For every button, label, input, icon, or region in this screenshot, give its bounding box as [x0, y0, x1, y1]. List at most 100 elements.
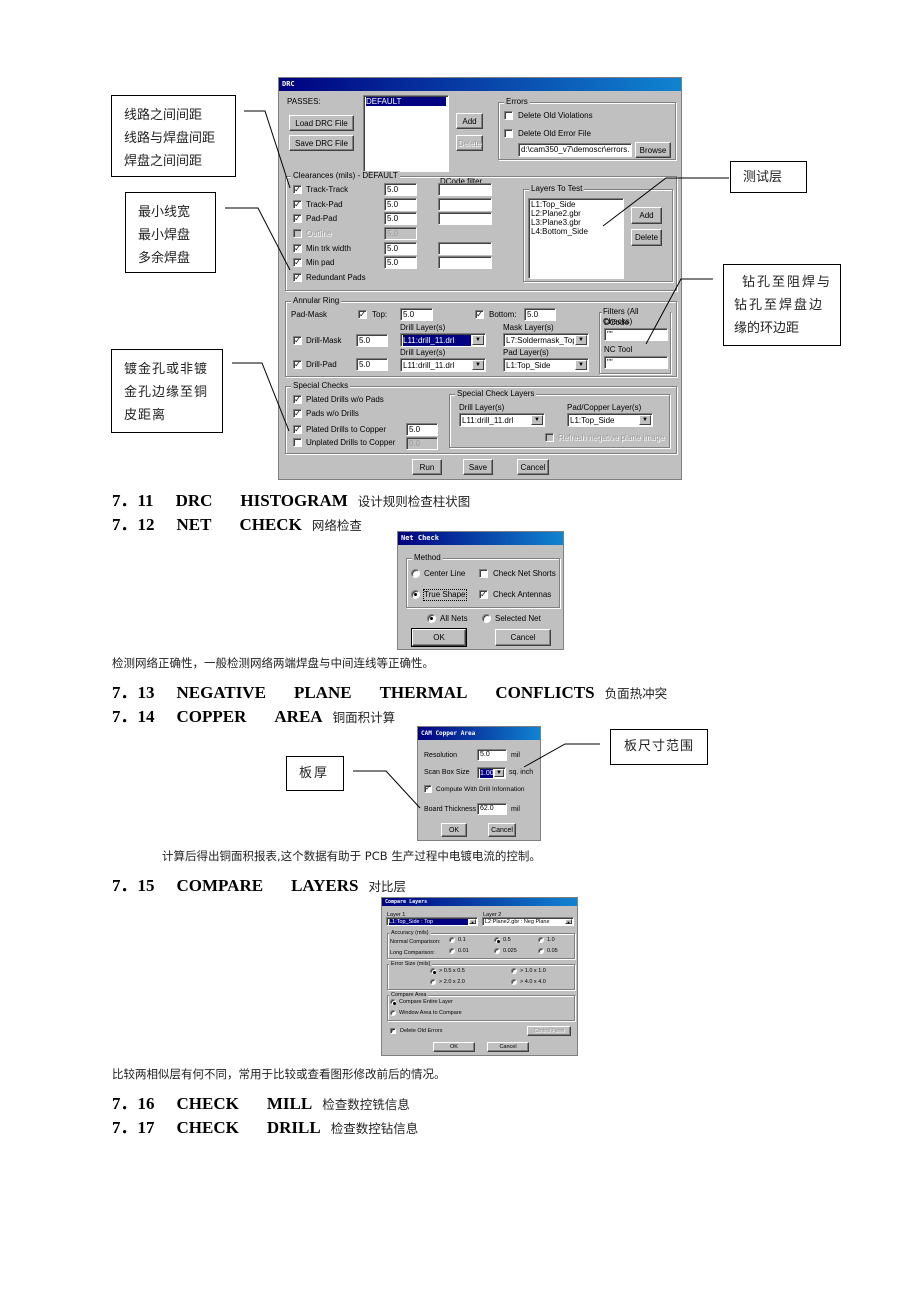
chevron-down-icon[interactable]: ▼: [494, 769, 504, 777]
accuracy-radio[interactable]: [449, 948, 455, 954]
layer2-select[interactable]: L2:Plane2.gbr : Neg Plane ▼: [482, 917, 574, 926]
mask-layer-select[interactable]: L7:Soldermask_Top ▼: [503, 333, 589, 347]
clearance-checkbox[interactable]: ✓: [293, 214, 302, 223]
check-net-shorts-checkbox[interactable]: [479, 569, 488, 578]
dcode-filter-input[interactable]: [438, 242, 492, 255]
drill-pad-drill-layer-select[interactable]: L11:drill_11.drl ▼: [400, 358, 486, 372]
delete-old-errors-checkbox[interactable]: ✓: [390, 1028, 396, 1034]
accuracy-radio[interactable]: [538, 948, 544, 954]
plated-drills-to-copper-checkbox[interactable]: ✓: [293, 425, 302, 434]
accuracy-radio[interactable]: [538, 937, 544, 943]
clearance-checkbox[interactable]: ✓: [293, 185, 302, 194]
chevron-down-icon[interactable]: ▼: [472, 335, 484, 345]
compare-cancel-button[interactable]: Cancel: [487, 1042, 529, 1052]
delete-layer-button[interactable]: Delete: [631, 229, 662, 246]
chevron-down-icon[interactable]: ▼: [469, 919, 476, 925]
mask-layer-value: L7:Soldermask_Top: [506, 336, 574, 345]
net-check-ok-button[interactable]: OK: [412, 629, 466, 646]
pad-layer-select[interactable]: L1:Top_Side ▼: [503, 358, 589, 372]
delete-old-error-file-checkbox[interactable]: [504, 129, 513, 138]
board-thickness-input[interactable]: 62.0: [477, 803, 507, 815]
layer-item[interactable]: L3:Plane3.gbr: [531, 218, 621, 227]
nc-tool-filter-input[interactable]: "": [604, 356, 668, 369]
pad-layer-value: L1:Top_Side: [506, 361, 551, 370]
clearance-value-input[interactable]: 5.0: [384, 212, 417, 225]
error-size-radio[interactable]: [511, 979, 517, 985]
chevron-down-icon[interactable]: ▼: [575, 335, 587, 345]
chevron-down-icon[interactable]: ▼: [639, 415, 651, 425]
passes-list[interactable]: DEFAULT: [363, 95, 449, 172]
copper-cancel-button[interactable]: Cancel: [488, 823, 516, 837]
selected-net-radio[interactable]: [482, 614, 491, 623]
pads-wo-drills-checkbox[interactable]: ✓: [293, 409, 302, 418]
scan-box-select[interactable]: 1.00 ▼: [477, 767, 506, 779]
true-shape-radio[interactable]: [411, 590, 420, 599]
chevron-down-icon[interactable]: ▼: [575, 360, 587, 370]
add-layer-button[interactable]: Add: [631, 207, 662, 224]
clearance-checkbox[interactable]: ✓: [293, 200, 302, 209]
clearance-value-input[interactable]: 5.0: [384, 183, 417, 196]
compare-entire-layer-radio[interactable]: [390, 999, 396, 1005]
dcode-filter-input[interactable]: [438, 256, 492, 269]
net-check-cancel-button[interactable]: Cancel: [495, 629, 551, 646]
dcode-filter-input[interactable]: [438, 183, 492, 196]
dcode-filter-input[interactable]: [438, 212, 492, 225]
clearance-value-input[interactable]: 5.0: [384, 242, 417, 255]
long-comparison-label: Long Comparison:: [390, 950, 435, 956]
special-pad-layer-select[interactable]: L1:Top_Side ▼: [567, 413, 653, 427]
plated-drills-wo-pads-checkbox[interactable]: ✓: [293, 395, 302, 404]
run-button[interactable]: Run: [412, 459, 442, 475]
all-nets-radio[interactable]: [427, 614, 436, 623]
accuracy-radio[interactable]: [494, 948, 500, 954]
drill-mask-checkbox[interactable]: ✓: [293, 336, 302, 345]
browse-button[interactable]: Browse: [635, 142, 671, 158]
delete-old-violations-checkbox[interactable]: [504, 111, 513, 120]
clearance-checkbox[interactable]: ✓: [293, 258, 302, 267]
bottom-checkbox[interactable]: ✓: [475, 310, 484, 319]
window-area-radio[interactable]: [390, 1010, 396, 1016]
special-drill-layer-select[interactable]: L11:drill_11.drl ▼: [459, 413, 545, 427]
drill-pad-drill-layer-value: L11:drill_11.drl: [403, 361, 455, 370]
chevron-down-icon[interactable]: ▼: [531, 415, 543, 425]
layer-item[interactable]: L1:Top_Side: [531, 200, 621, 209]
compare-ok-button[interactable]: OK: [433, 1042, 475, 1052]
top-checkbox[interactable]: ✓: [358, 310, 367, 319]
drill-pad-value-input[interactable]: 5.0: [356, 358, 388, 371]
plated-drills-to-copper-input[interactable]: 5.0: [406, 423, 438, 436]
error-file-path-input[interactable]: d:\cam350_v7\demoscr\errors.: [518, 143, 632, 157]
clearance-value-input[interactable]: 5.0: [384, 198, 417, 211]
layer-item[interactable]: L4:Bottom_Side: [531, 227, 621, 236]
drill-mask-drill-layer-select[interactable]: L11:drill_11.drl ▼: [400, 333, 486, 347]
drill-mask-value-input[interactable]: 5.0: [356, 334, 388, 347]
clearance-checkbox[interactable]: ✓: [293, 244, 302, 253]
accuracy-radio[interactable]: [449, 937, 455, 943]
pass-item[interactable]: DEFAULT: [366, 97, 446, 106]
dcode-filter-input[interactable]: [438, 198, 492, 211]
error-size-radio[interactable]: [430, 979, 436, 985]
layer1-select[interactable]: L1:Top_Side : Top ▼: [386, 917, 478, 926]
save-button[interactable]: Save: [463, 459, 493, 475]
cancel-button[interactable]: Cancel: [517, 459, 549, 475]
error-size-radio[interactable]: [430, 968, 436, 974]
clearance-checkbox[interactable]: ✓: [293, 273, 302, 282]
drill-pad-checkbox[interactable]: ✓: [293, 360, 302, 369]
accuracy-radio[interactable]: [494, 937, 500, 943]
clearance-value-input[interactable]: 5.0: [384, 256, 417, 269]
center-line-radio[interactable]: [411, 569, 420, 578]
resolution-input[interactable]: 5.0: [477, 749, 507, 761]
save-drc-file-button[interactable]: Save DRC File: [289, 135, 354, 151]
chevron-down-icon[interactable]: ▼: [565, 919, 572, 925]
layers-to-test-list[interactable]: L1:Top_Side L2:Plane2.gbr L3:Plane3.gbr …: [528, 198, 624, 279]
chevron-down-icon[interactable]: ▼: [472, 360, 484, 370]
dcode-filter-input[interactable]: "": [604, 328, 668, 341]
bottom-value-input[interactable]: 5.0: [524, 308, 556, 321]
unplated-drills-to-copper-checkbox[interactable]: [293, 438, 302, 447]
copper-ok-button[interactable]: OK: [441, 823, 467, 837]
top-value-input[interactable]: 5.0: [400, 308, 433, 321]
check-antennas-checkbox[interactable]: ✓: [479, 590, 488, 599]
add-pass-button[interactable]: Add: [456, 113, 483, 129]
layer-item[interactable]: L2:Plane2.gbr: [531, 209, 621, 218]
error-size-radio[interactable]: [511, 968, 517, 974]
load-drc-file-button[interactable]: Load DRC File: [289, 115, 354, 131]
compute-drill-checkbox[interactable]: ✓: [424, 785, 432, 793]
